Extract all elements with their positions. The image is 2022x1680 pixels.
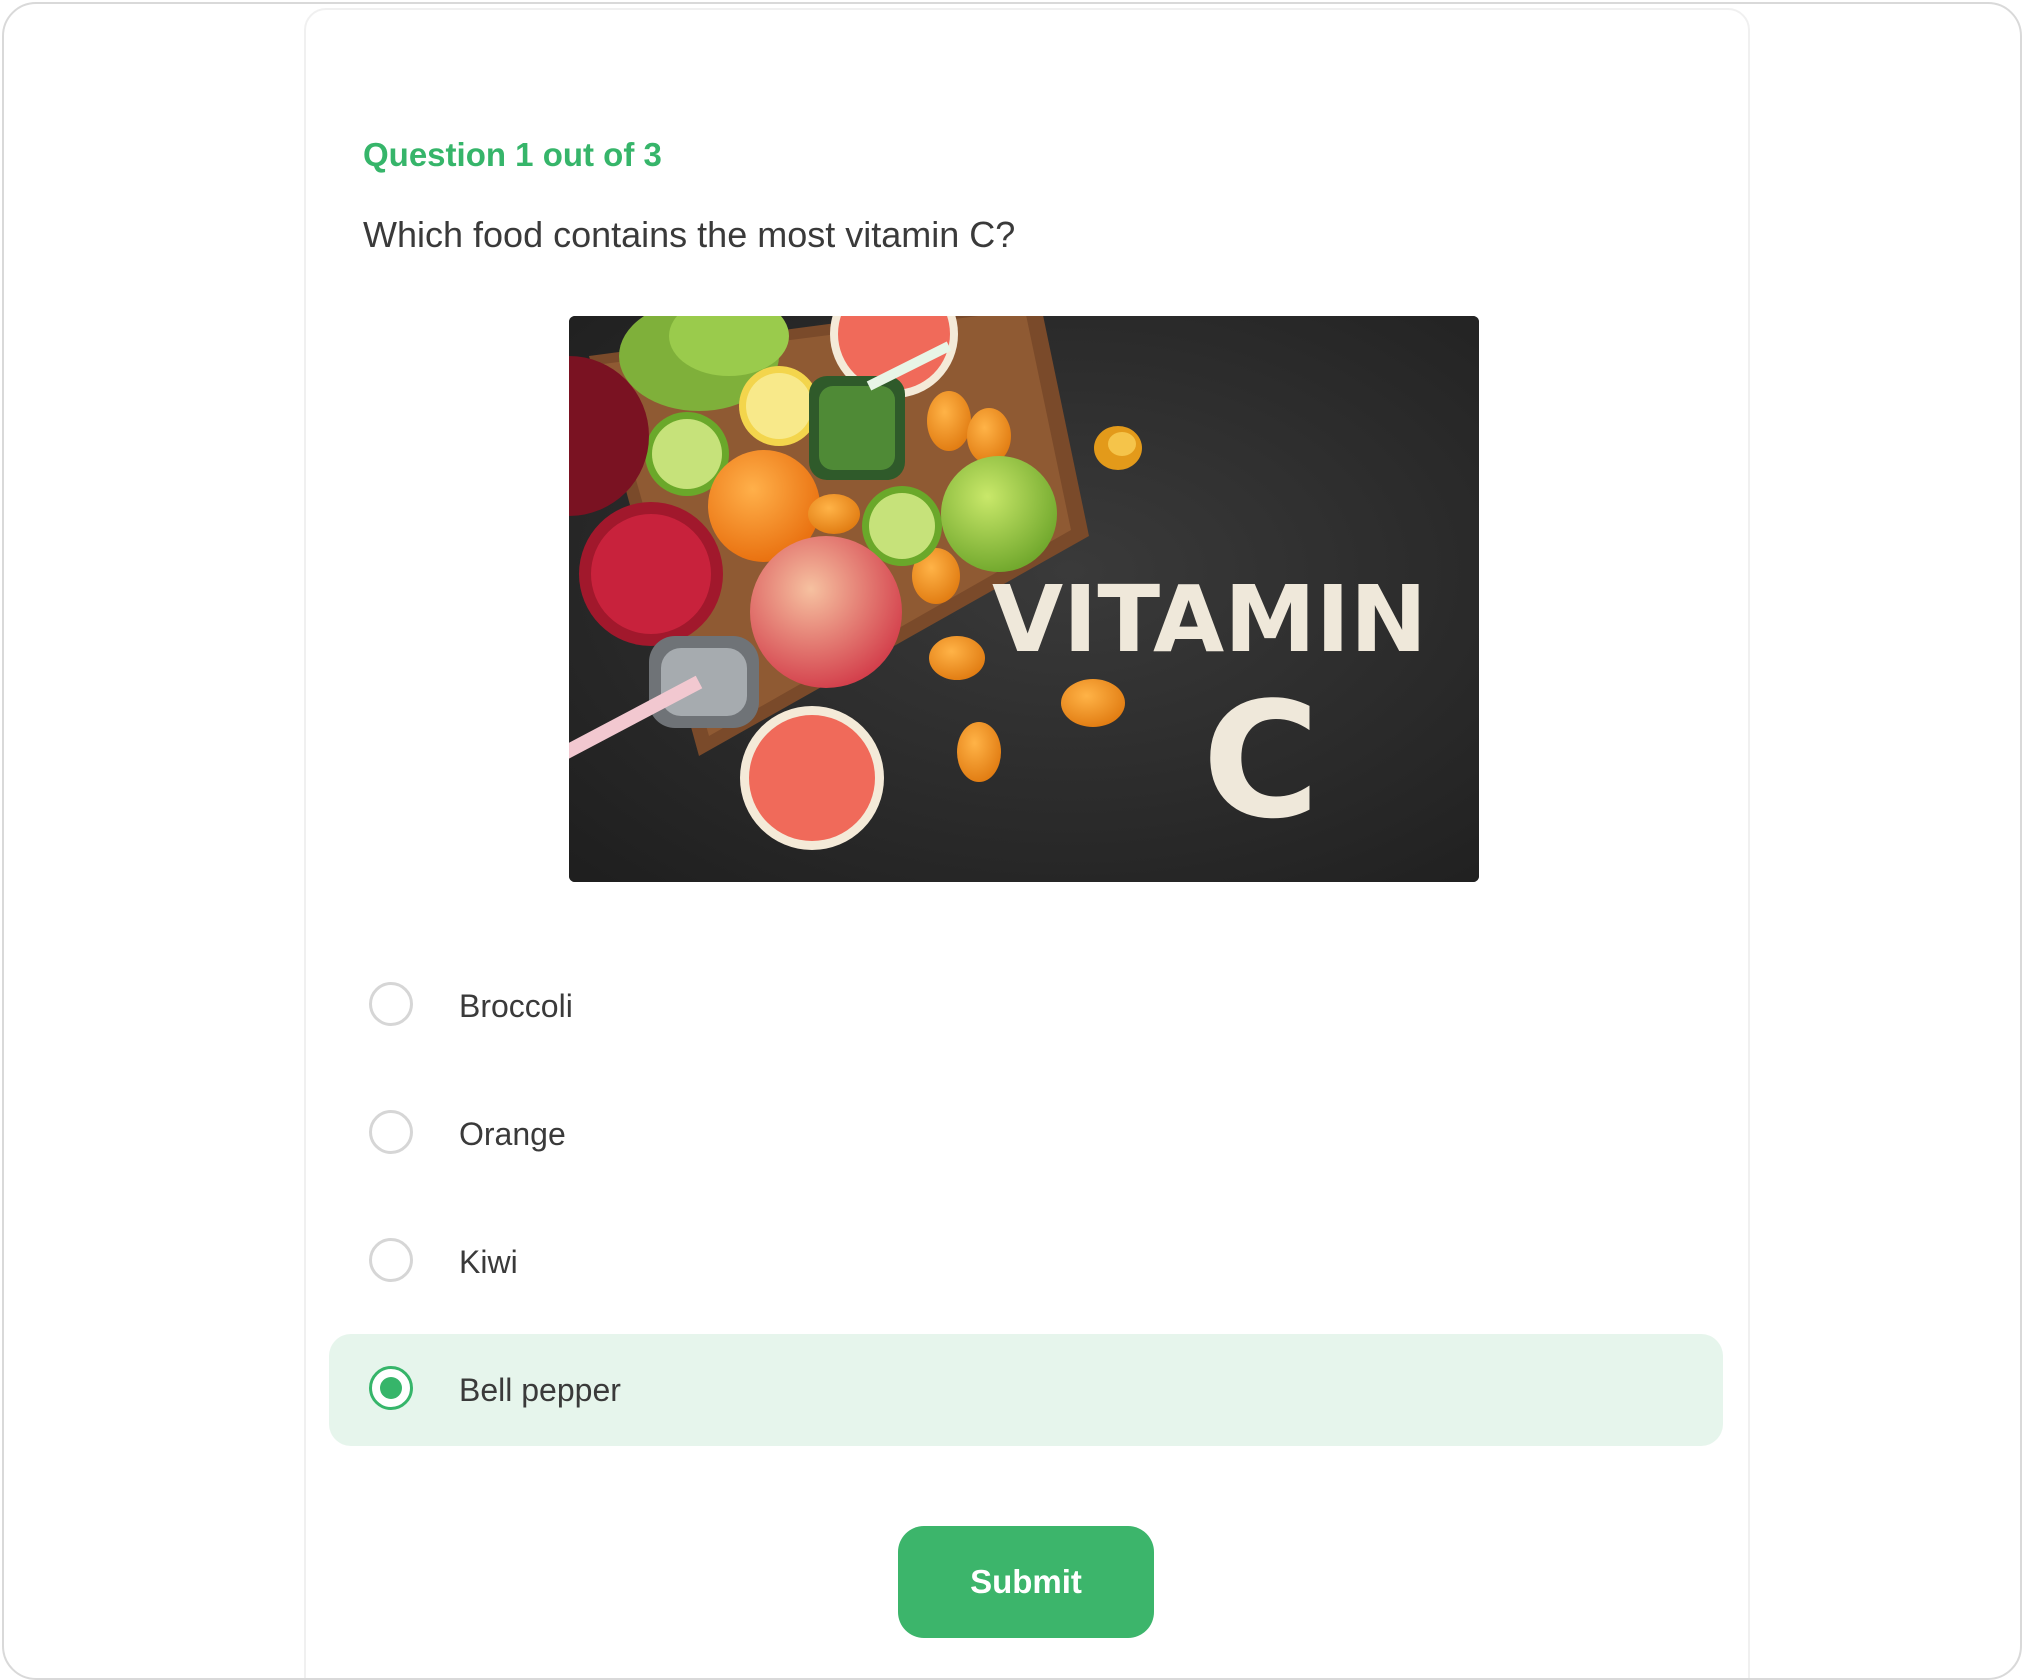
option-bell-pepper[interactable]: Bell pepper [329, 1334, 1723, 1446]
option-label: Bell pepper [459, 1372, 621, 1408]
radio-unchecked-icon[interactable] [369, 1110, 413, 1154]
image-word: VITAMIN [992, 566, 1427, 673]
option-orange[interactable]: Orange [329, 1078, 1723, 1190]
radio-checked-icon[interactable] [369, 1366, 413, 1410]
option-label: Orange [459, 1116, 566, 1152]
radio-dot [380, 1377, 402, 1399]
image-letter: C [1202, 667, 1319, 854]
submit-button[interactable]: Submit [898, 1526, 1154, 1638]
radio-unchecked-icon[interactable] [369, 1238, 413, 1282]
app-frame: Question 1 out of 3 Which food contains … [2, 2, 2022, 1680]
option-label: Broccoli [459, 988, 573, 1024]
answer-options: Broccoli Orange Kiwi Bell pepper [329, 950, 1723, 1462]
question-text: Which food contains the most vitamin C? [363, 214, 1016, 255]
option-label: Kiwi [459, 1244, 518, 1280]
radio-unchecked-icon[interactable] [369, 982, 413, 1026]
question-progress: Question 1 out of 3 [363, 136, 662, 173]
option-kiwi[interactable]: Kiwi [329, 1206, 1723, 1318]
quiz-card: Question 1 out of 3 Which food contains … [304, 8, 1750, 1678]
vitamin-c-fruits-image: VITAMIN C [569, 316, 1479, 882]
option-broccoli[interactable]: Broccoli [329, 950, 1723, 1062]
